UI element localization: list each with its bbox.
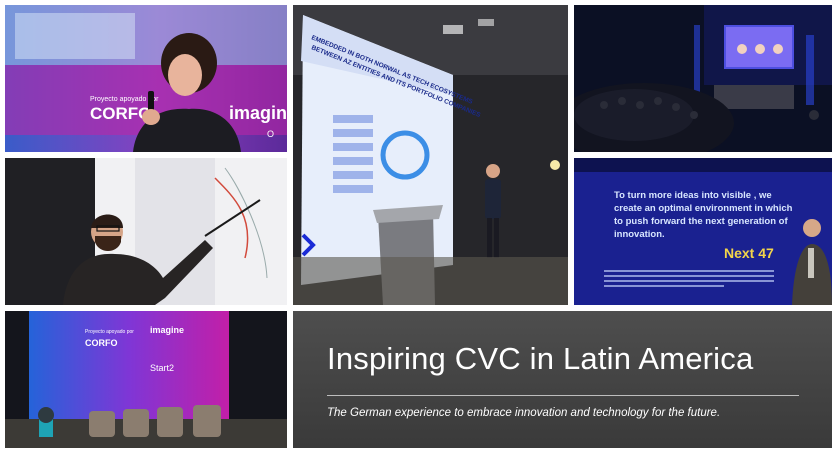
next47-text-line2: create an optimal environment in which — [614, 203, 793, 214]
stage-text-imagine: imagin — [229, 103, 287, 123]
next47-text-line3: to push forward the next generation of — [614, 216, 788, 227]
screen-text-imagine: imagine — [150, 325, 184, 335]
next47-brand: Next 47 — [724, 245, 774, 261]
screen-text-start2: Start2 — [150, 363, 174, 373]
photo-podium-presentation: EMBEDDED IN BOTH NORWAL AS TECH ECOSYSTE… — [293, 5, 568, 305]
photo-next47-slide: To turn more ideas into visible , we cre… — [574, 158, 832, 305]
banner-title: Inspiring CVC in Latin America — [327, 341, 754, 376]
stage-text-o: O — [267, 129, 274, 139]
photo-auditorium-panel — [574, 5, 832, 152]
photo-speaker-woman: Proyecto apoyado por CORFO imagin O — [5, 5, 287, 152]
next47-text-line4: innovation. — [614, 229, 665, 240]
photo-speaker-pointing — [5, 158, 287, 305]
banner-divider — [327, 395, 799, 396]
title-banner: Inspiring CVC in Latin America The Germa… — [293, 311, 832, 448]
photo-empty-stage: Proyecto apoyado por CORFO imagine Start… — [5, 311, 287, 448]
next47-text-line1: To turn more ideas into visible , we — [614, 190, 772, 201]
stage-text-corfo: CORFO — [90, 104, 151, 123]
screen-text-proyecto: Proyecto apoyado por — [85, 329, 134, 335]
screen-text-corfo: CORFO — [85, 338, 118, 348]
banner-subtitle: The German experience to embrace innovat… — [327, 407, 721, 419]
